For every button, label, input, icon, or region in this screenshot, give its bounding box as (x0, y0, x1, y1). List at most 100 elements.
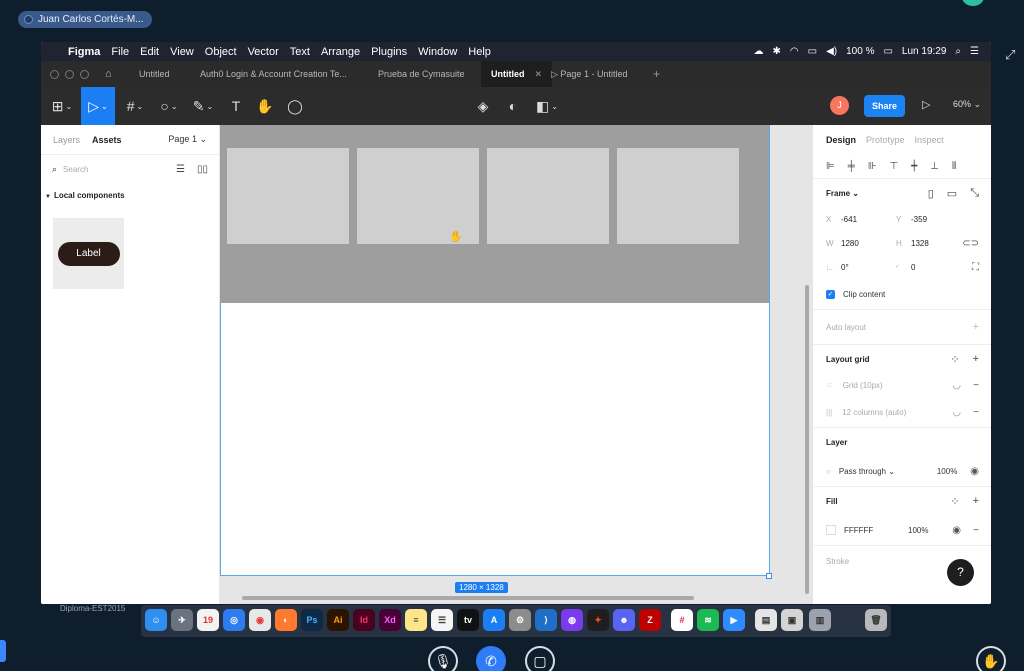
x-input[interactable]: -641 (841, 215, 896, 224)
minimize-window-icon[interactable] (65, 69, 74, 79)
search-input[interactable]: Search (63, 165, 88, 174)
horizontal-scrollbar[interactable] (242, 596, 694, 600)
remove-columns-icon[interactable]: − (973, 407, 979, 418)
frame-header-area[interactable] (220, 125, 770, 303)
github-desktop-icon[interactable]: ◍ (561, 609, 583, 631)
home-icon[interactable]: ⌂ (105, 68, 112, 80)
independent-corners-icon[interactable]: ⛶ (972, 262, 979, 273)
move-tool-icon[interactable]: ▷ ⌄ (81, 87, 115, 125)
align-center-h-icon[interactable]: ╪ (848, 161, 855, 172)
main-menu-icon[interactable]: ⊞ ⌄ (49, 87, 75, 125)
volume-icon[interactable]: ◀) (826, 46, 837, 57)
reminders-icon[interactable]: ☰ (431, 609, 453, 631)
layer-opacity[interactable]: 100% (937, 467, 957, 476)
boolean-icon[interactable]: ◧ ⌄ (532, 87, 562, 125)
bluetooth-icon[interactable]: ✱ (773, 46, 781, 57)
remove-fill-icon[interactable]: − (973, 525, 979, 536)
vertical-scrollbar[interactable] (805, 285, 809, 594)
align-bottom-icon[interactable]: ⊥ (930, 161, 939, 172)
firefox-icon[interactable]: ◐ (275, 609, 297, 631)
align-middle-v-icon[interactable]: ┿ (911, 161, 917, 172)
tab-untitled-1[interactable]: Untitled (139, 61, 170, 87)
tab-inspect[interactable]: Inspect (915, 135, 944, 145)
downloads-icon[interactable]: ▥ (809, 609, 831, 631)
align-top-icon[interactable]: ⊤ (890, 161, 899, 172)
menu-plugins[interactable]: Plugins (371, 46, 407, 58)
remove-grid-icon[interactable]: − (973, 380, 979, 391)
slack-icon[interactable]: # (671, 609, 693, 631)
library-icon[interactable]: ▯▯ (197, 164, 208, 175)
columns-row[interactable]: ||| 12 columns (auto) ◡ − (813, 397, 991, 427)
menu-arrange[interactable]: Arrange (321, 46, 360, 58)
add-fill-icon[interactable]: + (973, 495, 979, 508)
menu-help[interactable]: Help (468, 46, 491, 58)
y-input[interactable]: -359 (911, 215, 927, 224)
distribute-icon[interactable]: ⫴ (952, 161, 956, 172)
share-button[interactable]: Share (864, 95, 905, 117)
fill-visibility-icon[interactable]: ◉ (952, 525, 961, 536)
apple-tv-icon[interactable]: tv (457, 609, 479, 631)
menu-edit[interactable]: Edit (140, 46, 159, 58)
frame-body[interactable] (220, 303, 770, 576)
component-thumbnail[interactable]: Label (53, 218, 124, 289)
card-placeholder[interactable] (227, 148, 349, 244)
fill-styles-icon[interactable]: ⁘ (950, 495, 959, 508)
spotlight-search-icon[interactable]: ⌕ (955, 46, 961, 57)
system-preferences-icon[interactable]: ⚙ (509, 609, 531, 631)
grid-row[interactable]: ⁙ Grid (10px) ◡ − (813, 373, 991, 397)
frame-tool-icon[interactable]: # ⌄ (121, 87, 149, 125)
safari-icon[interactable]: ◎ (223, 609, 245, 631)
tab-prototype-page[interactable]: ▷ Page 1 - Untitled (551, 61, 627, 87)
comment-tool-icon[interactable]: ◯ (283, 87, 307, 125)
tab-design[interactable]: Design (826, 135, 856, 145)
rotation-input[interactable]: 0° (841, 263, 896, 272)
landscape-icon[interactable]: ▭ (947, 187, 957, 200)
discord-icon[interactable]: ☻ (613, 609, 635, 631)
app-store-icon[interactable]: A (483, 609, 505, 631)
figma-icon[interactable]: ✦ (587, 609, 609, 631)
clip-content-row[interactable]: ✓ Clip content (813, 279, 991, 309)
illustrator-icon[interactable]: Ai (327, 609, 349, 631)
component-icon[interactable]: ◈ (472, 87, 494, 125)
tab-untitled-active[interactable]: Untitled ✕ (481, 61, 553, 87)
tab-cymasuite[interactable]: Prueba de Cymasuite (378, 61, 465, 87)
chrome-icon[interactable]: ◉ (249, 609, 271, 631)
add-auto-layout-icon[interactable]: + (973, 321, 979, 333)
hide-columns-icon[interactable]: ◡ (952, 407, 961, 418)
local-components-header[interactable]: ▼ Local components (41, 191, 219, 200)
creative-cloud-icon[interactable]: ☁ (754, 46, 764, 57)
help-button[interactable]: ? (947, 559, 974, 586)
end-call-phone-icon[interactable]: ✆ (476, 646, 506, 671)
text-tool-icon[interactable]: T (225, 87, 247, 125)
mask-icon[interactable]: ◐ (502, 87, 524, 125)
tab-layers[interactable]: Layers (53, 135, 80, 145)
user-avatar[interactable]: J (830, 96, 849, 115)
blend-mode-dropdown[interactable]: Pass through ⌄ (839, 467, 937, 476)
constrain-proportions-icon[interactable]: ⊂⊃ (962, 238, 979, 249)
canvas[interactable]: 1280 × 1328 ✋ (220, 125, 812, 604)
pen-tool-icon[interactable]: ✎ ⌄ (189, 87, 217, 125)
page-selector[interactable]: Page 1 ⌄ (168, 134, 207, 145)
zoom-dropdown[interactable]: 60% ⌄ (953, 99, 981, 110)
zoom-window-icon[interactable] (80, 69, 89, 79)
tab-prototype[interactable]: Prototype (866, 135, 905, 145)
document-icon[interactable]: ▤ (755, 609, 777, 631)
auto-layout-header[interactable]: Auto layout + (813, 310, 991, 344)
fill-color-swatch[interactable] (826, 525, 836, 535)
finder-icon[interactable]: ☺ (145, 609, 167, 631)
card-placeholder[interactable] (617, 148, 739, 244)
mute-microphone-icon[interactable]: 🎙 (428, 646, 458, 671)
indesign-icon[interactable]: Id (353, 609, 375, 631)
resize-handle[interactable] (766, 573, 772, 579)
add-grid-icon[interactable]: + (973, 353, 979, 366)
clip-content-checkbox[interactable]: ✓ (826, 289, 835, 299)
close-tab-icon[interactable]: ✕ (535, 69, 543, 79)
launchpad-icon[interactable]: ✈ (171, 609, 193, 631)
menu-text[interactable]: Text (290, 46, 310, 58)
grid-styles-icon[interactable]: ⁘ (950, 353, 959, 366)
height-input[interactable]: 1328 (911, 239, 929, 248)
clock[interactable]: Lun 19:29 (902, 46, 947, 57)
new-tab-button[interactable]: + (653, 61, 660, 87)
menu-view[interactable]: View (170, 46, 194, 58)
present-play-icon[interactable]: ▷ (922, 98, 930, 111)
